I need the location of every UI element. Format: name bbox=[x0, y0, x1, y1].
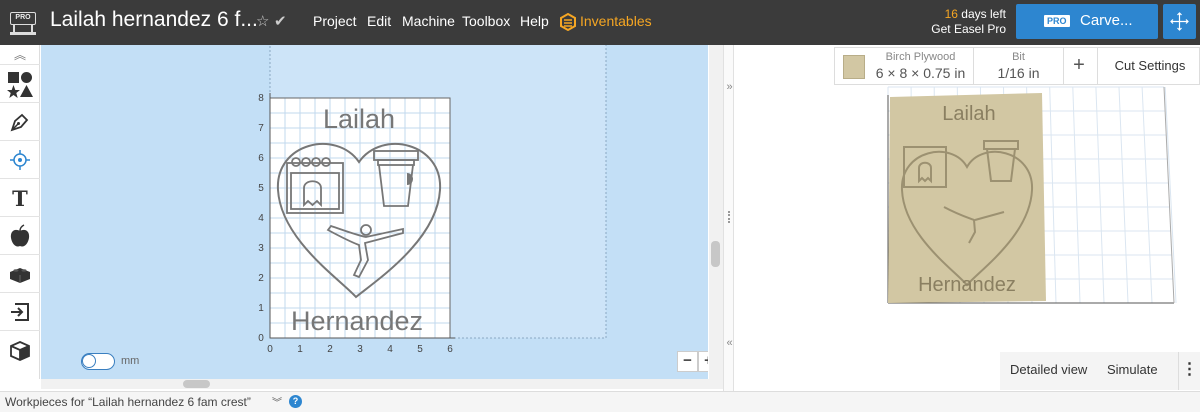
preview-text-bottom: Hernandez bbox=[918, 274, 1016, 296]
x-tick: 4 bbox=[387, 344, 393, 355]
text-tool[interactable]: T bbox=[0, 180, 40, 217]
3d-tool[interactable] bbox=[0, 332, 40, 369]
menu-help[interactable]: Help bbox=[520, 13, 549, 29]
expand-arrows-icon bbox=[1170, 12, 1189, 31]
trial-days: 16 bbox=[944, 7, 958, 21]
x-tick: 3 bbox=[357, 344, 363, 355]
point-icon bbox=[10, 150, 30, 170]
y-tick: 8 bbox=[258, 93, 264, 104]
carve-button[interactable]: PRO Carve... bbox=[1016, 4, 1158, 39]
menu-toolbox[interactable]: Toolbox bbox=[462, 13, 510, 29]
zoom-in-button[interactable]: + bbox=[698, 351, 708, 372]
y-tick: 3 bbox=[258, 243, 264, 254]
3d-preview: Lailah Hernandez bbox=[887, 86, 1177, 304]
preview-text-top: Lailah bbox=[942, 103, 995, 125]
logo-pro-badge: PRO bbox=[10, 12, 36, 25]
x-tick: 6 bbox=[447, 344, 453, 355]
add-bit-button[interactable]: + bbox=[1069, 54, 1089, 77]
bit-label[interactable]: Bit bbox=[977, 51, 1060, 63]
cube-icon bbox=[10, 340, 30, 361]
units-toggle[interactable] bbox=[81, 353, 115, 370]
point-tool[interactable] bbox=[0, 142, 40, 179]
y-tick: 7 bbox=[258, 123, 264, 134]
canvas-vertical-scrollbar[interactable] bbox=[709, 45, 723, 379]
y-tick: 1 bbox=[258, 303, 264, 314]
material-settings-bar: Birch Plywood 6 × 8 × 0.75 in Bit 1/16 i… bbox=[834, 47, 1200, 85]
material-size[interactable]: 6 × 8 × 0.75 in bbox=[873, 65, 968, 81]
canvas-grid: 8 7 6 5 4 3 2 1 0 0 1 2 3 4 5 6 Lailah H… bbox=[258, 45, 607, 355]
shapes-tool[interactable] bbox=[0, 66, 40, 103]
bit-size[interactable]: 1/16 in bbox=[977, 65, 1060, 81]
zoom-out-button[interactable]: − bbox=[677, 351, 698, 372]
trial-status[interactable]: 16 days left Get Easel Pro bbox=[920, 7, 1006, 37]
project-title[interactable]: Lailah hernandez 6 f... bbox=[50, 8, 258, 32]
menu-project[interactable]: Project bbox=[313, 13, 357, 29]
pen-tool[interactable] bbox=[0, 104, 40, 141]
easel-logo[interactable]: PRO bbox=[10, 6, 36, 38]
detailed-view-button[interactable]: Detailed view bbox=[1010, 362, 1087, 377]
check-icon: ✔ bbox=[274, 13, 287, 30]
x-tick: 1 bbox=[297, 344, 303, 355]
y-tick: 4 bbox=[258, 213, 264, 224]
design-text-bottom: Hernandez bbox=[291, 306, 423, 336]
more-options-button[interactable]: ⋮ bbox=[1178, 352, 1200, 390]
material-name[interactable]: Birch Plywood bbox=[873, 51, 968, 63]
y-tick: 5 bbox=[258, 183, 264, 194]
apps-tool[interactable] bbox=[0, 218, 40, 255]
y-tick: 6 bbox=[258, 153, 264, 164]
text-icon: T bbox=[12, 185, 28, 211]
simulate-button[interactable]: Simulate bbox=[1107, 362, 1158, 377]
drag-handle[interactable] bbox=[728, 211, 730, 223]
apple-icon bbox=[10, 224, 30, 247]
x-tick: 5 bbox=[417, 344, 423, 355]
star-icon[interactable]: ☆ bbox=[256, 12, 269, 30]
collapse-tools-button[interactable]: ︽ bbox=[0, 45, 40, 65]
get-pro-link[interactable]: Get Easel Pro bbox=[920, 22, 1006, 37]
tool-sidebar: ︽ T bbox=[0, 45, 40, 379]
inventables-link[interactable]: Inventables bbox=[580, 13, 652, 29]
units-label: mm bbox=[121, 355, 140, 367]
carve-pro-badge: PRO bbox=[1044, 15, 1070, 27]
lego-icon bbox=[10, 268, 30, 283]
x-tick: 2 bbox=[327, 344, 333, 355]
carve-label: Carve... bbox=[1080, 12, 1133, 29]
design-text-top: Lailah bbox=[323, 104, 395, 134]
top-bar: PRO Lailah hernandez 6 f... ☆ ✔ Project … bbox=[0, 0, 1200, 45]
help-icon[interactable]: ? bbox=[289, 395, 302, 408]
pen-icon bbox=[10, 113, 29, 132]
canvas-horizontal-scrollbar[interactable] bbox=[41, 379, 723, 389]
material-swatch[interactable] bbox=[843, 55, 865, 79]
x-tick: 0 bbox=[267, 344, 273, 355]
menu-edit[interactable]: Edit bbox=[367, 13, 391, 29]
inventables-hex-icon bbox=[560, 13, 576, 31]
carve-preview-panel: Birch Plywood 6 × 8 × 0.75 in Bit 1/16 i… bbox=[734, 45, 1200, 391]
menu-machine[interactable]: Machine bbox=[402, 13, 455, 29]
fullscreen-button[interactable] bbox=[1163, 4, 1196, 39]
preview-actions: Detailed view Simulate ⋮ bbox=[1000, 352, 1200, 390]
import-tool[interactable] bbox=[0, 294, 40, 331]
workpieces-label[interactable]: Workpieces for “Lailah hernandez 6 fam c… bbox=[5, 395, 251, 409]
cut-settings-button[interactable]: Cut Settings bbox=[1100, 58, 1200, 73]
chevron-down-icon[interactable]: ︾ bbox=[272, 394, 282, 409]
workpieces-bar: Workpieces for “Lailah hernandez 6 fam c… bbox=[0, 391, 1200, 412]
design-canvas[interactable]: 8 7 6 5 4 3 2 1 0 0 1 2 3 4 5 6 Lailah H… bbox=[41, 45, 708, 379]
shapes-icon bbox=[7, 72, 33, 98]
panel-splitter[interactable]: » « bbox=[723, 45, 734, 391]
y-tick: 0 bbox=[258, 333, 264, 344]
parts-tool[interactable] bbox=[0, 256, 40, 293]
import-icon bbox=[11, 303, 29, 321]
y-tick: 2 bbox=[258, 273, 264, 284]
